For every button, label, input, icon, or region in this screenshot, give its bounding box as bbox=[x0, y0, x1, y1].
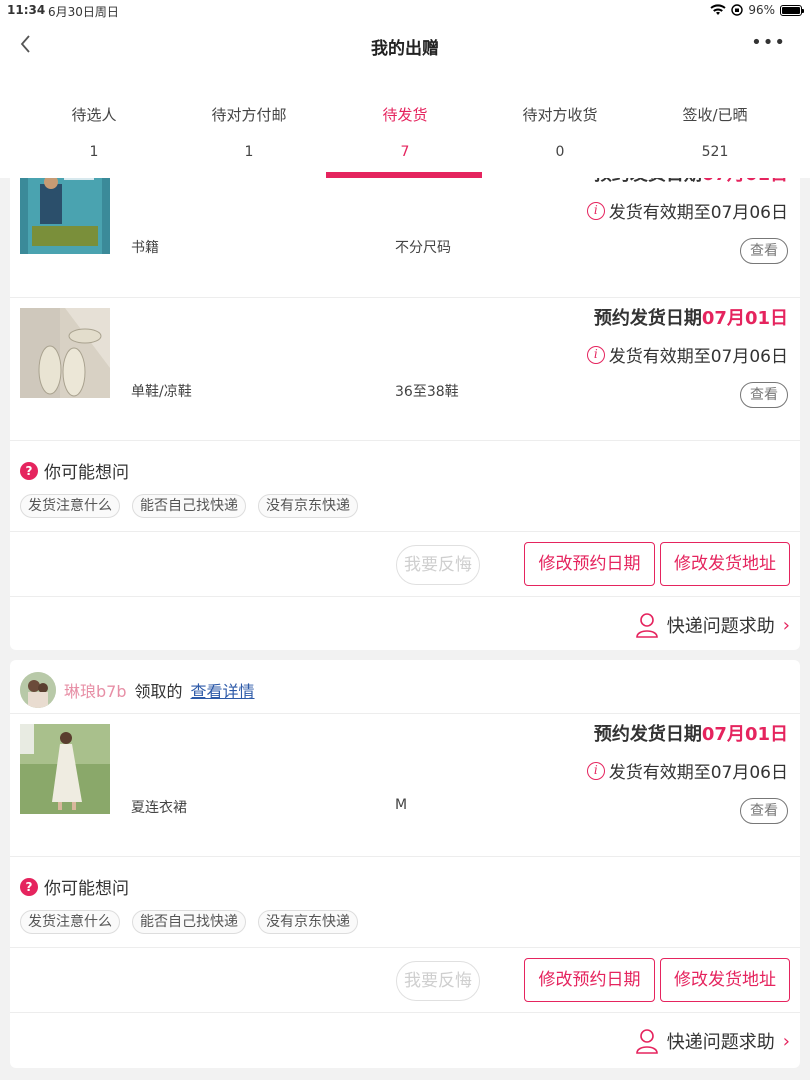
receiver-row: 琳琅b7b 领取的 查看详情 bbox=[20, 672, 255, 708]
faq-chip[interactable]: 能否自己找快递 bbox=[132, 910, 246, 934]
item-category: 单鞋/凉鞋 bbox=[131, 384, 192, 400]
valid-until: i 发货有效期至07月06日 bbox=[586, 758, 788, 783]
faq-title: ? 你可能想问 bbox=[20, 458, 129, 483]
info-icon: i bbox=[586, 201, 605, 220]
courier-help[interactable]: 快递问题求助 › bbox=[635, 1028, 790, 1054]
divider bbox=[10, 947, 800, 948]
valid-until: i 发货有效期至07月06日 bbox=[586, 342, 788, 367]
faq-chip[interactable]: 没有京东快递 bbox=[258, 494, 358, 518]
status-date: 6月30日周日 bbox=[48, 5, 119, 19]
item-category: 夏连衣裙 bbox=[131, 800, 187, 816]
active-tab-indicator bbox=[326, 172, 482, 178]
question-icon: ? bbox=[20, 461, 38, 480]
nav-bar: 我的出赠 ••• bbox=[0, 22, 810, 70]
tab-label: 待对方收货 bbox=[522, 106, 598, 124]
tab-count: 7 bbox=[400, 144, 410, 160]
item-size: M bbox=[395, 797, 408, 813]
divider bbox=[10, 440, 800, 441]
tab-count: 1 bbox=[244, 144, 254, 160]
user-icon bbox=[635, 1029, 658, 1054]
info-icon: i bbox=[586, 345, 605, 364]
divider bbox=[10, 856, 800, 857]
faq-chip[interactable]: 发货注意什么 bbox=[20, 494, 120, 518]
ship-date: 预约发货日期07月01日 bbox=[593, 724, 788, 745]
change-address-button[interactable]: 修改发货地址 bbox=[660, 958, 790, 1002]
tab-to-select[interactable]: 待选人 1 bbox=[13, 70, 175, 178]
tab-count: 0 bbox=[555, 144, 565, 160]
tab-count: 1 bbox=[89, 144, 99, 160]
tab-label: 待选人 bbox=[71, 106, 117, 124]
receiver-name[interactable]: 琳琅b7b bbox=[64, 678, 127, 702]
faq-chip[interactable]: 能否自己找快递 bbox=[132, 494, 246, 518]
battery-icon bbox=[780, 4, 804, 16]
page-title: 我的出赠 bbox=[371, 39, 439, 59]
regret-button[interactable]: 我要反悔 bbox=[396, 961, 480, 1001]
courier-help[interactable]: 快递问题求助 › bbox=[635, 612, 790, 638]
regret-button[interactable]: 我要反悔 bbox=[396, 545, 480, 585]
view-button[interactable]: 查看 bbox=[740, 798, 788, 824]
item-thumbnail[interactable] bbox=[20, 724, 110, 814]
status-bar: 11:34 6月30日周日 96% bbox=[0, 0, 810, 22]
orientation-lock-icon bbox=[731, 4, 744, 16]
wifi-icon bbox=[710, 4, 726, 15]
change-address-button[interactable]: 修改发货地址 bbox=[660, 542, 790, 586]
change-date-button[interactable]: 修改预约日期 bbox=[524, 958, 655, 1002]
change-date-button[interactable]: 修改预约日期 bbox=[524, 542, 655, 586]
faq-chip[interactable]: 没有京东快递 bbox=[258, 910, 358, 934]
avatar[interactable] bbox=[20, 672, 56, 708]
tab-to-ship[interactable]: 待发货 7 bbox=[324, 70, 486, 178]
slippers-image bbox=[20, 308, 110, 398]
view-button[interactable]: 查看 bbox=[740, 382, 788, 408]
divider bbox=[10, 531, 800, 532]
faq-title: ? 你可能想问 bbox=[20, 874, 129, 899]
order-card: 预约发货日期07月01日 i发货有效期至07月06日 书籍 不分尺码 查看 预约… bbox=[10, 150, 800, 650]
faq-chip[interactable]: 发货注意什么 bbox=[20, 910, 120, 934]
tab-await-postage[interactable]: 待对方付邮 1 bbox=[168, 70, 330, 178]
tab-count: 521 bbox=[701, 144, 729, 160]
tab-await-receipt[interactable]: 待对方收货 0 bbox=[479, 70, 641, 178]
item-thumbnail[interactable] bbox=[20, 308, 110, 398]
order-item: 预约发货日期07月01日 i 发货有效期至07月06日 单鞋/凉鞋 36至38鞋 … bbox=[10, 298, 800, 440]
tab-label: 签收/已晒 bbox=[682, 106, 748, 124]
item-size: 不分尺码 bbox=[395, 240, 451, 256]
order-item: 预约发货日期07月01日 i 发货有效期至07月06日 夏连衣裙 M 查看 bbox=[10, 714, 800, 856]
order-card: 琳琅b7b 领取的 查看详情 预约发货日期07月01日 i 发货有效期至07月06… bbox=[10, 660, 800, 1068]
tab-received[interactable]: 签收/已晒 521 bbox=[634, 70, 796, 178]
tab-label: 待对方付邮 bbox=[211, 106, 287, 124]
divider bbox=[10, 1012, 800, 1013]
status-time: 11:34 bbox=[7, 3, 46, 17]
faq-chips: 发货注意什么 能否自己找快递 没有京东快递 bbox=[20, 494, 358, 518]
more-icon[interactable]: ••• bbox=[751, 32, 786, 53]
info-icon: i bbox=[586, 761, 605, 780]
chevron-right-icon: › bbox=[782, 1030, 790, 1052]
ship-date: 预约发货日期07月01日 bbox=[593, 308, 788, 329]
user-icon bbox=[635, 613, 658, 638]
tab-label: 待发货 bbox=[382, 106, 428, 124]
item-category: 书籍 bbox=[131, 240, 159, 256]
battery-percent: 96% bbox=[748, 3, 775, 17]
faq-chips: 发货注意什么 能否自己找快递 没有京东快递 bbox=[20, 910, 358, 934]
view-button[interactable]: 查看 bbox=[740, 238, 788, 264]
chevron-right-icon: › bbox=[782, 614, 790, 636]
view-details-link[interactable]: 查看详情 bbox=[191, 678, 255, 702]
divider bbox=[10, 596, 800, 597]
item-size: 36至38鞋 bbox=[395, 384, 459, 400]
status-right: 96% bbox=[710, 3, 804, 17]
dress-image bbox=[20, 724, 110, 814]
question-icon: ? bbox=[20, 877, 38, 896]
receiver-text: 领取的 bbox=[134, 682, 183, 701]
status-tabs: 待选人 1 待对方付邮 1 待发货 7 待对方收货 0 签收/已晒 521 bbox=[0, 70, 810, 178]
valid-until: i 发货有效期至07月06日 bbox=[586, 198, 788, 223]
